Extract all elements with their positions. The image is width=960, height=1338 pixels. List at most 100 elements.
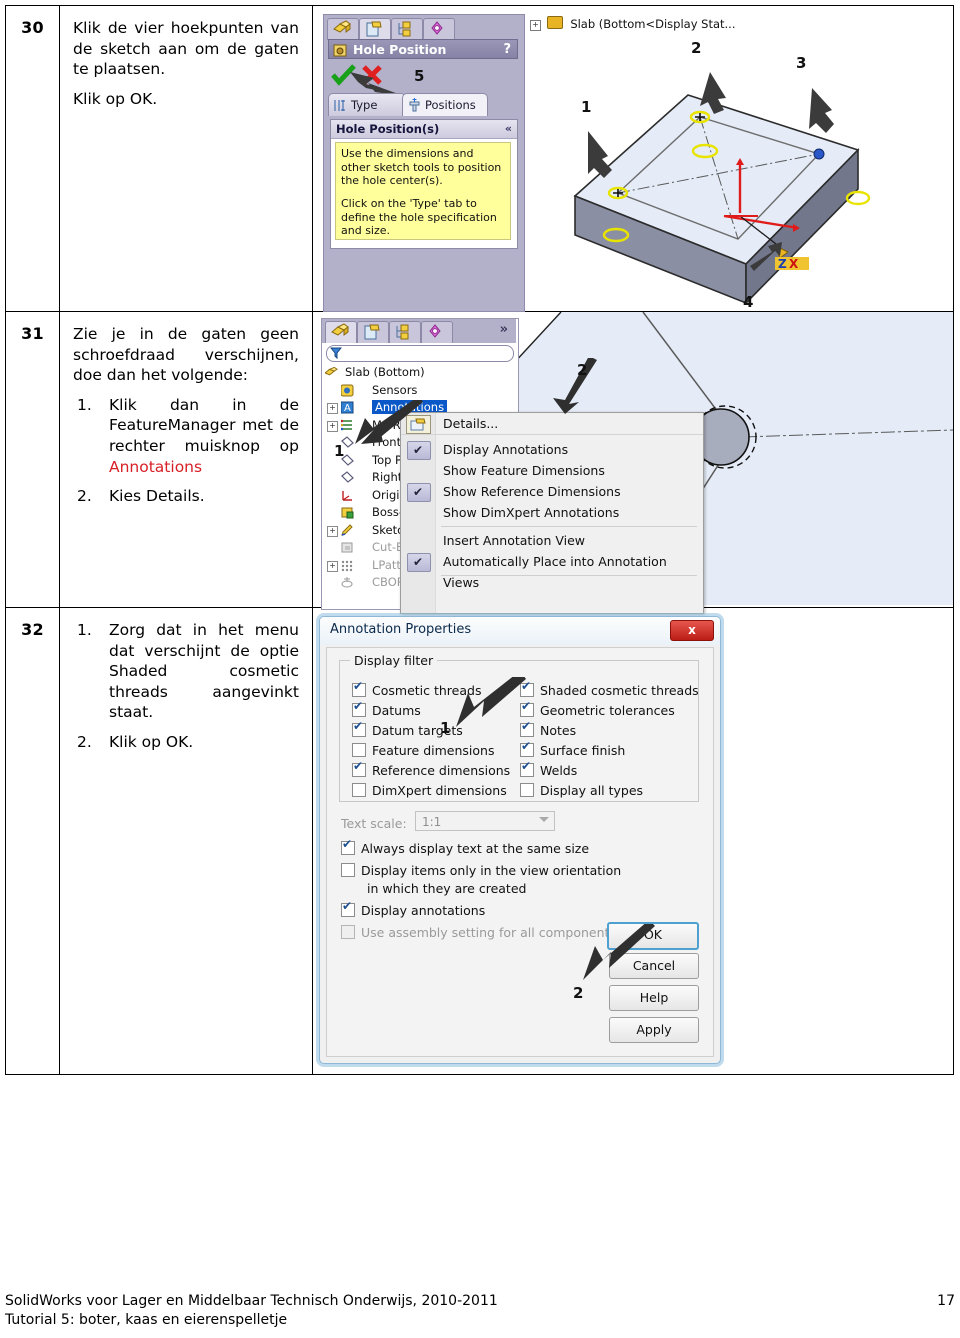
list-item: 1. Klik dan in de FeatureManager met de r… xyxy=(73,395,299,477)
menu-item-details[interactable]: Details... xyxy=(401,413,703,435)
configuration-manager-tab-icon[interactable] xyxy=(391,18,423,40)
checkbox-display-items-view-orientation[interactable]: Display items only in the view orientati… xyxy=(341,863,621,878)
step-number-cell: 30 xyxy=(5,5,60,312)
checkbox-icon[interactable] xyxy=(520,759,534,777)
overflow-chevron-icon[interactable]: » xyxy=(500,322,508,337)
feature-manager-tab-icon[interactable] xyxy=(327,18,359,40)
checkbox-icon[interactable] xyxy=(341,899,355,917)
menu-item-show-dimxpert-annotations[interactable]: Show DimXpert Annotations xyxy=(401,502,703,523)
checkbox-datums[interactable]: Datums xyxy=(352,699,421,718)
expand-icon[interactable]: + xyxy=(327,403,338,414)
expand-icon[interactable]: + xyxy=(530,20,541,31)
checkbox-icon[interactable] xyxy=(341,863,355,877)
checkbox-dimxpert-dimensions[interactable]: DimXpert dimensions xyxy=(352,783,507,798)
chevron-up-icon[interactable]: « xyxy=(505,120,512,138)
step-text: 1. Zorg dat in het menu dat verschijnt de… xyxy=(60,608,312,772)
callout-number: 4 xyxy=(743,293,754,311)
list-marker: 2. xyxy=(77,487,92,506)
expand-icon[interactable]: + xyxy=(327,420,338,432)
tree-item-slab[interactable]: Slab (Bottom) xyxy=(325,364,515,382)
origin-icon xyxy=(342,490,352,501)
checkbox-display-items-line2: in which they are created xyxy=(367,881,526,896)
checkbox-icon[interactable] xyxy=(352,783,366,797)
menu-item-show-feature-dimensions[interactable]: Show Feature Dimensions xyxy=(401,460,703,481)
menu-item-insert-annotation-view[interactable]: Insert Annotation View xyxy=(401,530,703,551)
checkbox-label: DimXpert dimensions xyxy=(372,783,507,798)
checkbox-always-display-text[interactable]: Always display text at the same size xyxy=(341,837,589,856)
checkbox-checked-icon[interactable] xyxy=(407,552,431,573)
boss-extrude-icon xyxy=(341,507,354,519)
hole-position-message: Use the dimensions and other sketch tool… xyxy=(335,142,511,240)
checkbox-icon[interactable] xyxy=(352,679,366,697)
callout-number: 2 xyxy=(573,984,584,1002)
checkbox-icon[interactable] xyxy=(352,743,366,757)
dialog-title: Annotation Properties xyxy=(330,622,472,637)
step-number: 32 xyxy=(21,620,44,639)
step-number: 31 xyxy=(21,324,44,343)
checkbox-icon[interactable] xyxy=(341,837,355,855)
footer-text: SolidWorks voor Lager en Middelbaar Tech… xyxy=(5,1292,498,1330)
menu-item-label: Show DimXpert Annotations xyxy=(443,505,620,520)
checkbox-checked-icon[interactable] xyxy=(407,482,431,503)
footer-line-1: SolidWorks voor Lager en Middelbaar Tech… xyxy=(5,1293,498,1309)
text-scale-label: Text scale: xyxy=(341,816,407,831)
table-row: 32 1. Zorg dat in het menu dat verschijnt… xyxy=(5,607,954,1075)
checkbox-icon[interactable] xyxy=(352,759,366,777)
display-filter-fieldset: Display filter Cosmetic threads Datums D… xyxy=(339,653,699,802)
checkbox-icon[interactable] xyxy=(352,699,366,717)
apply-button[interactable]: Apply xyxy=(609,1017,699,1043)
close-icon[interactable]: x xyxy=(670,620,714,641)
menu-item-display-annotations[interactable]: Display Annotations xyxy=(401,439,703,461)
svg-text:X: X xyxy=(789,257,799,271)
text-scale-select[interactable]: 1:1 xyxy=(415,811,555,831)
checkbox-surface-finish[interactable]: Surface finish xyxy=(520,739,625,758)
hole-position-property-manager: Hole Position ? 5 Type Positions Hole Po… xyxy=(323,14,525,312)
feature-filter-input[interactable] xyxy=(326,345,514,362)
checkbox-icon[interactable] xyxy=(352,719,366,737)
step-text-cell: 1. Zorg dat in het menu dat verschijnt de… xyxy=(59,607,313,1075)
checkbox-reference-dimensions[interactable]: Reference dimensions xyxy=(352,759,510,778)
expand-icon[interactable]: + xyxy=(327,525,338,537)
checkbox-display-all-types[interactable]: Display all types xyxy=(520,783,643,798)
step-intro: Zie je in de gaten geen schroefdraad ver… xyxy=(73,325,299,385)
checkbox-icon xyxy=(341,925,355,939)
dialog-body: Display filter Cosmetic threads Datums D… xyxy=(326,647,714,1057)
checkbox-shaded-cosmetic-threads[interactable]: Shaded cosmetic threads xyxy=(520,679,699,698)
expand-icon[interactable]: + xyxy=(327,560,338,572)
checkbox-icon[interactable] xyxy=(520,739,534,757)
tab-positions[interactable]: Positions xyxy=(402,93,488,116)
help-icon[interactable]: ? xyxy=(503,40,511,60)
table-row: 30 Klik de vier hoekpunten van de sketch… xyxy=(5,5,954,312)
table-row: 31 Zie je in de gaten geen schroefdraad … xyxy=(5,311,954,614)
checkbox-welds[interactable]: Welds xyxy=(520,759,577,778)
tab-type[interactable]: Type xyxy=(328,93,406,116)
tree-item-sensors[interactable]: Sensors xyxy=(325,382,515,400)
hole-positions-group: Hole Position(s) « Use the dimensions an… xyxy=(330,119,518,249)
checkbox-display-annotations[interactable]: Display annotations xyxy=(341,899,485,918)
group-header: Hole Position(s) « xyxy=(331,120,517,139)
property-manager-tab-icon[interactable] xyxy=(359,18,391,40)
filter-icon xyxy=(330,347,342,359)
list-marker: 2. xyxy=(77,733,92,752)
menu-item-show-reference-dimensions[interactable]: Show Reference Dimensions xyxy=(401,481,703,503)
list-item: 2. Klik op OK. xyxy=(73,732,299,753)
illustration-row-30: Hole Position ? 5 Type Positions Hole Po… xyxy=(313,6,953,312)
display-manager-tab-icon[interactable] xyxy=(421,321,453,343)
callout-number: 1 xyxy=(440,719,451,737)
svg-text:Z: Z xyxy=(778,257,787,271)
checkbox-label: Geometric tolerances xyxy=(540,703,675,718)
chevron-down-icon[interactable] xyxy=(539,817,549,822)
list-text: Kies Details. xyxy=(109,487,205,506)
checkbox-feature-dimensions[interactable]: Feature dimensions xyxy=(352,743,494,758)
checkbox-label: Notes xyxy=(540,723,577,738)
step-illustration-cell: Annotation Properties x Display filter C… xyxy=(312,607,954,1075)
checkbox-icon[interactable] xyxy=(520,783,534,797)
checkbox-geometric-tolerances[interactable]: Geometric tolerances xyxy=(520,699,675,718)
display-manager-tab-icon[interactable] xyxy=(423,18,455,40)
step-paragraph: Klik op OK. xyxy=(73,89,158,108)
menu-item-automatically-place[interactable]: Automatically Place into Annotation View… xyxy=(401,551,703,590)
configuration-manager-tab-icon[interactable] xyxy=(389,321,421,343)
property-manager-tab-icon[interactable] xyxy=(357,321,389,343)
feature-manager-tab-icon[interactable] xyxy=(325,321,357,343)
checkbox-label: Datums xyxy=(372,703,421,718)
